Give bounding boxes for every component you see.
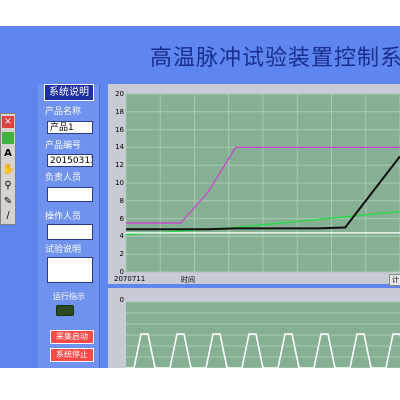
bottom-margin (0, 368, 400, 400)
chart-svg (125, 93, 400, 369)
app-window: 高温脉冲试验装置控制系 × A ✋ ⚲ ✎ / 系统说明 产品名称 产品1 产品… (0, 0, 400, 400)
pulse-waveform (126, 333, 400, 369)
